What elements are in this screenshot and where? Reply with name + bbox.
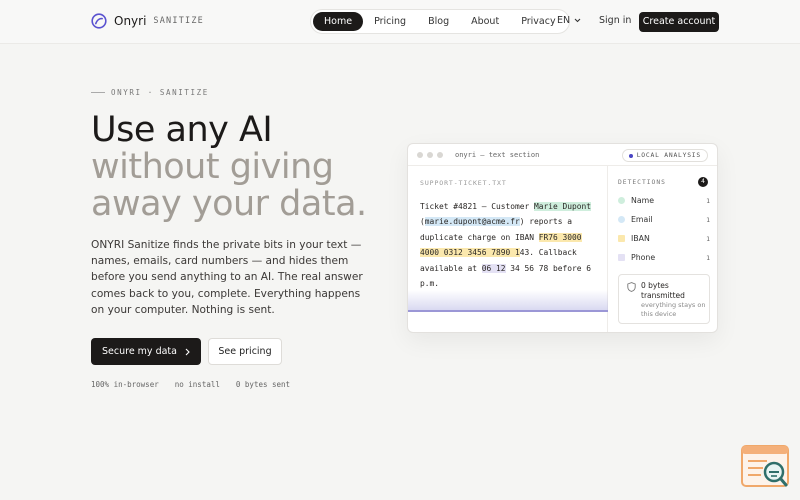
detection-count: 1 (706, 234, 710, 243)
detection-row-iban: IBAN 1 (618, 234, 710, 243)
highlight-phone: 06 12 (481, 263, 506, 273)
shield-icon (627, 282, 636, 292)
bytes-transmitted-box: 0 bytes transmitted everything stays on … (618, 274, 710, 324)
phone-swatch-icon (618, 254, 625, 261)
language-label: EN (557, 15, 571, 26)
detections-title: DETECTIONS (618, 179, 666, 186)
nav-blog[interactable]: Blog (417, 12, 460, 31)
hero-title-line-1: Use any AI (91, 110, 273, 150)
hero-title: Use any AI without giving away your data… (91, 112, 367, 223)
local-analysis-label: LOCAL ANALYSIS (636, 152, 701, 159)
eyebrow-text: ONYRI · SANITIZE (111, 88, 209, 97)
detection-label: IBAN (631, 234, 650, 243)
brand[interactable]: Onyri SANITIZE (91, 13, 204, 29)
hero-description: ONYRI Sanitize finds the private bits in… (91, 239, 363, 316)
name-swatch-icon (618, 197, 625, 204)
brand-name: Onyri (114, 14, 147, 28)
nav-about[interactable]: About (460, 12, 510, 31)
secure-my-data-button[interactable]: Secure my data (91, 338, 201, 365)
ticket-text-part: Ticket #4821 — Customer (420, 202, 535, 211)
see-pricing-button[interactable]: See pricing (208, 338, 282, 365)
detection-count: 1 (706, 196, 710, 205)
hero-meta: 100% in-browser no install 0 bytes sent (91, 380, 290, 389)
brand-product: SANITIZE (153, 16, 204, 26)
nav-pricing[interactable]: Pricing (363, 12, 417, 31)
window-dot (437, 151, 443, 158)
iban-swatch-icon (618, 235, 625, 242)
meta-item: no install (174, 380, 220, 389)
demo-window-titlebar: onyri — text section LOCAL ANALYSIS (408, 144, 717, 166)
detection-row-name: Name 1 (618, 196, 710, 205)
highlight-email: marie.dupont@acme.fr (424, 217, 520, 227)
chevron-right-icon (185, 348, 190, 355)
demo-window-title: onyri — text section (455, 150, 540, 159)
meta-item: 0 bytes sent (235, 380, 291, 389)
highlight-name: Marie Dupont (534, 202, 592, 211)
eyebrow-rule (91, 92, 105, 93)
hero-title-line-2: without giving (91, 147, 334, 187)
detections-count-badge: 4 (698, 177, 708, 187)
scan-overlay (408, 290, 608, 310)
language-selector[interactable]: EN (557, 15, 581, 26)
status-dot-icon (628, 153, 633, 158)
hero-eyebrow: ONYRI · SANITIZE (91, 88, 209, 97)
detections-panel: DETECTIONS 4 Name 1 Email 1 IBAN 1 Phone… (609, 166, 717, 332)
hero-title-line-3: away your data. (91, 184, 367, 224)
demo-window: onyri — text section LOCAL ANALYSIS SUPP… (407, 143, 718, 333)
detection-row-email: Email 1 (618, 215, 710, 224)
file-name: SUPPORT-TICKET.TXT (420, 179, 507, 187)
bytes-transmitted-title: 0 bytes transmitted (641, 281, 685, 300)
top-navigation-bar: Onyri SANITIZE Home Pricing Blog About P… (0, 0, 800, 44)
text-pane: SUPPORT-TICKET.TXT Ticket #4821 — Custom… (408, 166, 608, 332)
detection-count: 1 (706, 215, 710, 224)
nav-home[interactable]: Home (313, 12, 364, 31)
onyri-logo-icon (91, 13, 107, 29)
local-analysis-badge: LOCAL ANALYSIS (621, 149, 708, 162)
ticket-text: Ticket #4821 — Customer Marie Dupont (ma… (420, 199, 604, 291)
search-widget-icon[interactable] (741, 445, 789, 489)
scan-line (408, 310, 608, 312)
create-account-button[interactable]: Create account (639, 12, 719, 32)
main-nav: Home Pricing Blog About Privacy (310, 9, 570, 34)
bytes-transmitted-subtitle: everything stays on this device (641, 301, 706, 318)
secure-my-data-label: Secure my data (102, 346, 177, 357)
detection-label: Phone (631, 253, 656, 262)
email-swatch-icon (618, 216, 625, 223)
window-dot (427, 151, 433, 158)
detection-label: Email (631, 215, 653, 224)
meta-item: 100% in-browser (91, 380, 159, 389)
detection-count: 1 (706, 253, 710, 262)
detection-label: Name (631, 196, 655, 205)
detection-row-phone: Phone 1 (618, 253, 710, 262)
window-dot (417, 151, 423, 158)
sign-in-link[interactable]: Sign in (599, 15, 631, 26)
chevron-down-icon (574, 18, 581, 23)
